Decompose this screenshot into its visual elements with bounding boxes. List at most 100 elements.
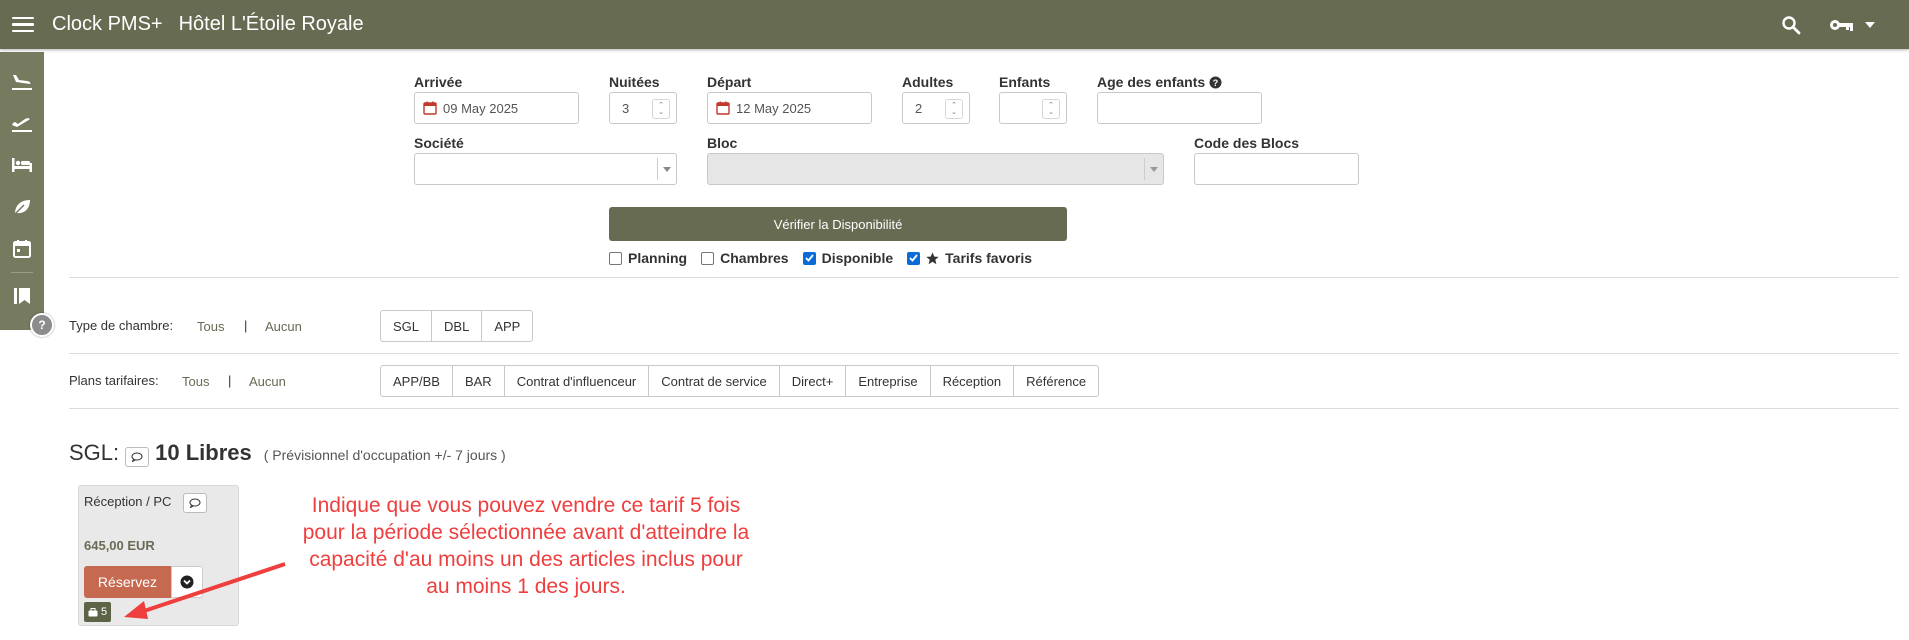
block-label: Bloc	[707, 135, 738, 151]
rate-plan-button[interactable]: Entreprise	[845, 365, 931, 397]
chevron-down-icon	[1144, 158, 1163, 180]
comment-icon[interactable]	[183, 493, 207, 513]
adults-value: 2	[915, 100, 923, 116]
option-rooms[interactable]: Chambres	[701, 250, 789, 266]
calendar-icon	[423, 101, 437, 115]
rate-plan-none-link[interactable]: Aucun	[249, 374, 286, 389]
search-icon[interactable]	[1781, 15, 1801, 35]
stepper-arrows-icon[interactable]: ⌃ ⌄	[652, 99, 670, 119]
key-icon	[1830, 19, 1853, 31]
stepper-arrows-icon[interactable]: ⌃ ⌄	[1042, 99, 1060, 119]
block-code-input[interactable]	[1194, 153, 1359, 185]
planning-checkbox[interactable]	[609, 251, 622, 265]
divider	[69, 408, 1899, 409]
option-favorite-rates[interactable]: Tarifs favoris	[907, 250, 1032, 266]
children-stepper[interactable]: ⌃ ⌄	[999, 92, 1067, 124]
room-type-heading: SGL:	[69, 440, 120, 465]
room-type-buttons: SGL DBL APP	[380, 310, 534, 342]
filter-separator: |	[228, 373, 232, 388]
filter-separator: |	[244, 318, 248, 333]
arrival-date-field[interactable]: 09 May 2025	[414, 92, 579, 124]
verify-availability-button[interactable]: Vérifier la Disponibilité	[609, 207, 1067, 241]
block-select	[707, 153, 1164, 185]
nav-divider	[11, 272, 33, 273]
arrival-date-value: 09 May 2025	[443, 100, 519, 116]
option-planning[interactable]: Planning	[609, 250, 687, 266]
bed-icon[interactable]	[0, 144, 44, 186]
room-type-none-link[interactable]: Aucun	[265, 319, 302, 334]
annotation-arrow	[124, 562, 286, 619]
adults-label: Adultes	[902, 74, 954, 90]
annotation-text: Indique que vous pouvez vendre ce tarif …	[302, 494, 750, 598]
free-rooms-count: 10 Libres	[155, 440, 252, 465]
children-age-input[interactable]	[1097, 92, 1262, 124]
nights-stepper[interactable]: 3 ⌃ ⌄	[609, 92, 677, 124]
rate-plan-buttons: APP/BB BAR Contrat d'influenceur Contrat…	[380, 365, 1100, 397]
divider	[69, 277, 1899, 278]
leaf-icon[interactable]	[0, 186, 44, 228]
rate-plan-button[interactable]: APP/BB	[380, 365, 453, 397]
display-options: Planning Chambres Disponible Tarifs favo…	[609, 250, 1032, 266]
rate-name: Réception / PC	[84, 494, 172, 509]
rate-plan-button[interactable]: BAR	[451, 365, 505, 397]
available-checkbox[interactable]	[802, 251, 816, 265]
room-type-button[interactable]: APP	[481, 310, 534, 342]
nights-label: Nuitées	[609, 74, 660, 90]
availability-count: 5	[101, 606, 108, 618]
rate-plan-button[interactable]: Direct+	[778, 365, 847, 397]
hotel-name[interactable]: Hôtel L'Étoile Royale	[179, 13, 364, 36]
plane-arrival-icon[interactable]	[0, 60, 44, 102]
availability-badge: 5	[84, 602, 112, 622]
room-type-filter-label: Type de chambre:	[69, 318, 174, 333]
question-circle-icon[interactable]: ?	[1209, 76, 1222, 89]
room-type-button[interactable]: SGL	[380, 310, 433, 342]
menu-icon[interactable]	[12, 16, 34, 33]
room-section-header: SGL: 10 Libres ( Prévisionnel d'occupati…	[69, 440, 506, 467]
comment-icon[interactable]	[125, 447, 150, 467]
company-select[interactable]	[414, 153, 677, 185]
children-age-label-row: Age des enfants ?	[1097, 74, 1222, 90]
nights-value: 3	[622, 100, 630, 116]
planning-label: Planning	[628, 250, 688, 266]
key-menu[interactable]	[1829, 17, 1879, 33]
rooms-label: Chambres	[720, 250, 789, 266]
rate-plan-button[interactable]: Réception	[929, 365, 1015, 397]
rate-price: 645,00 EUR	[84, 538, 155, 553]
calendar-icon	[716, 101, 730, 115]
star-icon	[926, 252, 939, 264]
departure-date-field[interactable]: 12 May 2025	[707, 92, 872, 124]
room-type-all-link[interactable]: Tous	[197, 319, 224, 334]
children-age-label: Age des enfants	[1097, 74, 1206, 90]
caret-down-icon	[1865, 21, 1875, 28]
adults-stepper[interactable]: 2 ⌃ ⌄	[902, 92, 970, 124]
block-code-label: Code des Blocs	[1194, 135, 1300, 151]
favorite-rates-label: Tarifs favoris	[945, 250, 1033, 266]
help-button[interactable]: ?	[30, 313, 54, 337]
chevron-down-icon[interactable]	[657, 158, 676, 180]
stepper-arrows-icon[interactable]: ⌃ ⌄	[945, 99, 963, 119]
divider	[69, 353, 1899, 354]
company-label: Société	[414, 135, 464, 151]
bookmarks-icon[interactable]	[0, 275, 44, 317]
rooms-checkbox[interactable]	[701, 251, 715, 265]
rate-plan-button[interactable]: Contrat de service	[648, 365, 780, 397]
briefcase-icon	[88, 607, 98, 616]
svg-text:?: ?	[1213, 78, 1219, 88]
rate-plan-all-link[interactable]: Tous	[182, 374, 209, 389]
room-type-button[interactable]: DBL	[431, 310, 483, 342]
children-label: Enfants	[999, 74, 1051, 90]
rate-plan-button[interactable]: Contrat d'influenceur	[503, 365, 650, 397]
top-bar: Clock PMS+ Hôtel L'Étoile Royale	[0, 0, 1909, 49]
calendar-icon[interactable]	[0, 228, 44, 270]
departure-label: Départ	[707, 74, 752, 90]
arrival-label: Arrivée	[414, 74, 463, 90]
side-nav	[0, 52, 44, 330]
rate-plan-filter-label: Plans tarifaires:	[69, 373, 159, 388]
favorite-rates-checkbox[interactable]	[907, 251, 921, 265]
rate-plan-button[interactable]: Référence	[1013, 365, 1100, 397]
available-label: Disponible	[821, 250, 894, 266]
app-name[interactable]: Clock PMS+	[52, 13, 163, 36]
plane-departure-icon[interactable]	[0, 102, 44, 144]
option-available[interactable]: Disponible	[802, 250, 894, 266]
occupancy-forecast-link[interactable]: ( Prévisionnel d'occupation +/- 7 jours …	[264, 447, 506, 463]
